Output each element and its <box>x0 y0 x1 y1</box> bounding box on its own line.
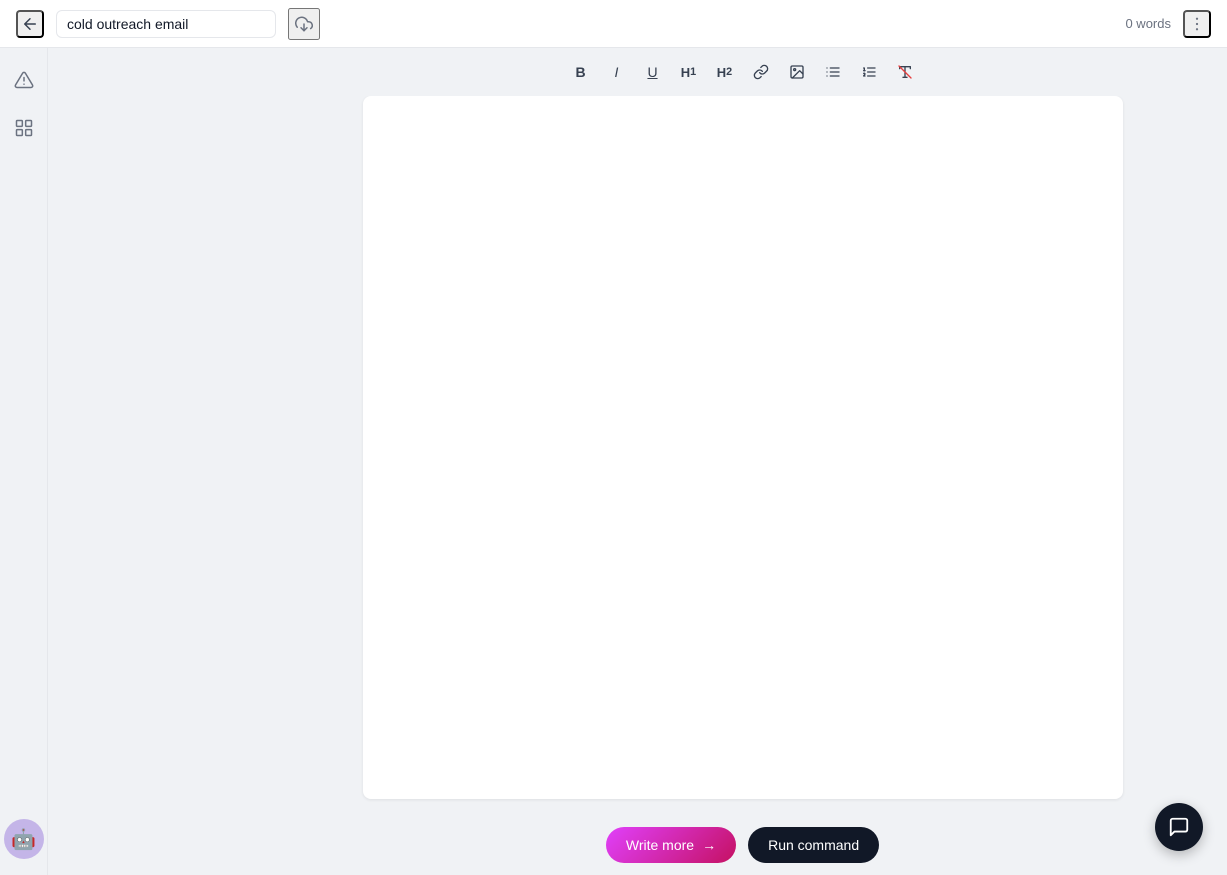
chat-support-button[interactable] <box>1155 803 1203 851</box>
editor-paper[interactable] <box>363 96 1123 799</box>
content-area: B I U H1 H2 <box>258 48 1227 875</box>
document-title-input[interactable] <box>56 10 276 38</box>
sidebar-apps-icon[interactable] <box>8 112 40 144</box>
h2-button[interactable]: H2 <box>709 56 741 88</box>
more-options-button[interactable] <box>1183 10 1211 38</box>
underline-button[interactable]: U <box>637 56 669 88</box>
h1-button[interactable]: H1 <box>673 56 705 88</box>
header: 0 words <box>0 0 1227 48</box>
run-command-label: Run command <box>768 837 859 853</box>
numbered-list-button[interactable] <box>853 56 885 88</box>
clear-format-button[interactable] <box>889 56 921 88</box>
formatting-toolbar: B I U H1 H2 <box>258 48 1227 96</box>
run-command-button[interactable]: Run command <box>748 827 879 863</box>
sidebar-alert-icon[interactable] <box>8 64 40 96</box>
link-button[interactable] <box>745 56 777 88</box>
image-button[interactable] <box>781 56 813 88</box>
write-more-arrow: → <box>702 837 716 853</box>
back-button[interactable] <box>16 10 44 38</box>
word-count: 0 words <box>1125 16 1171 31</box>
save-button[interactable] <box>288 8 320 40</box>
write-more-button[interactable]: Write more → <box>606 827 736 863</box>
editor-wrapper[interactable] <box>258 96 1227 815</box>
write-more-label: Write more <box>626 837 694 853</box>
user-avatar[interactable]: 🤖 <box>4 819 44 859</box>
sidebar: 🤖 <box>0 48 48 875</box>
action-bar: Write more → Run command <box>258 815 1227 875</box>
left-panel <box>48 48 258 875</box>
main-layout: 🤖 B I U H1 H2 <box>0 48 1227 875</box>
bullet-list-button[interactable] <box>817 56 849 88</box>
bold-button[interactable]: B <box>565 56 597 88</box>
italic-button[interactable]: I <box>601 56 633 88</box>
sidebar-bottom: 🤖 <box>4 819 44 859</box>
